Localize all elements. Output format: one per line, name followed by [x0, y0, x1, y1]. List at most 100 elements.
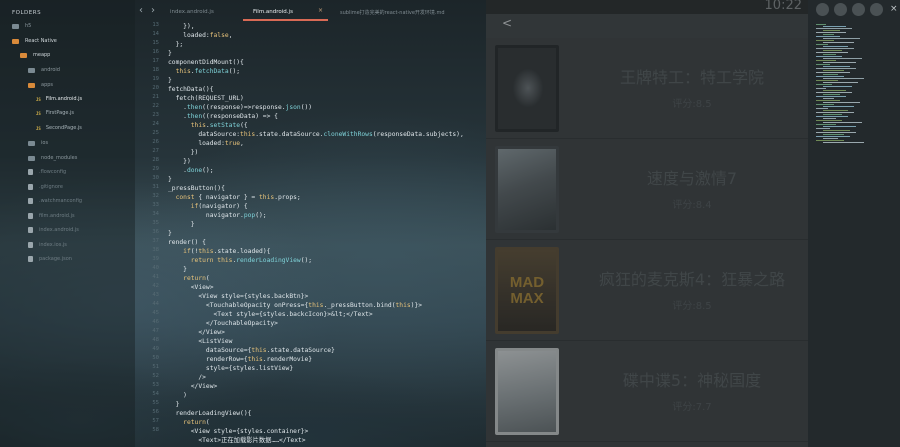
line-number: 53: [152, 382, 159, 388]
movie-title: 碟中谍5：神秘国度: [622, 371, 762, 390]
movie-poster: [495, 45, 559, 132]
tree-file-film-android-root[interactable]: film.android.js: [28, 211, 75, 221]
window-control-icon[interactable]: [816, 3, 829, 16]
tree-file-film-android[interactable]: JS Film.android.js: [36, 94, 82, 104]
line-number: 28: [152, 157, 159, 163]
code-line: fetchData(){: [168, 86, 214, 93]
minimap-line: [816, 40, 834, 41]
back-button[interactable]: <: [502, 16, 512, 30]
minimap-line: [816, 140, 844, 141]
tree-file-index-android[interactable]: index.android.js: [28, 225, 79, 235]
movie-title: 王牌特工：特工学院: [619, 68, 764, 87]
line-number: 35: [152, 220, 159, 226]
minimap-line: [823, 134, 844, 135]
movie-list-item[interactable]: 速度与激情7 评分:8.4: [486, 139, 808, 240]
window-control-icon[interactable]: [870, 3, 883, 16]
line-number: 39: [152, 256, 159, 262]
tree-label: film.android.js: [39, 213, 75, 219]
tree-folder-h5[interactable]: h5: [12, 21, 31, 31]
tree-file-package-json[interactable]: package.json: [28, 254, 72, 264]
movie-poster: MAD MAX: [495, 247, 559, 334]
folder-open-icon: [12, 38, 19, 44]
code-line: />: [168, 374, 206, 381]
code-line: }),: [168, 23, 195, 30]
tab-film-android[interactable]: Film.android.js: [253, 6, 293, 18]
minimap-line: [823, 82, 858, 83]
movie-list-item[interactable]: 王牌特工：特工学院 评分:8.5: [486, 38, 808, 139]
nav-forward-icon[interactable]: ›: [151, 5, 155, 16]
folder-icon: [28, 67, 35, 73]
minimap-line: [816, 104, 834, 105]
code-line: this.fetchData();: [175, 68, 241, 75]
code-line: <TouchableOpacity onPress={this._pressBu…: [168, 302, 423, 309]
code-line: style={styles.listView}: [168, 365, 294, 372]
minimap-line: [823, 94, 840, 95]
close-icon[interactable]: ×: [890, 4, 898, 14]
tree-folder-meapp[interactable]: meapp: [20, 50, 50, 60]
line-number: 22: [152, 103, 159, 109]
line-number: 23: [152, 112, 159, 118]
folder-icon: [28, 155, 35, 161]
line-number: 13: [152, 22, 159, 28]
tree-folder-node-modules[interactable]: node_modules: [28, 153, 77, 163]
folder-icon: [28, 140, 35, 146]
tree-file-firstpage[interactable]: JS FirstPage.js: [36, 108, 74, 118]
minimap-line: [816, 128, 830, 129]
line-number: 17: [152, 58, 159, 64]
window-control-icon[interactable]: [834, 3, 847, 16]
movie-rating: 评分:8.5: [672, 99, 712, 110]
code-line: fetch(REQUEST_URL): [168, 95, 244, 102]
folder-open-icon: [20, 52, 27, 58]
tree-label: apps: [41, 82, 54, 88]
tree-folder-apps[interactable]: apps: [28, 80, 53, 90]
tree-folder-ios[interactable]: ios: [28, 138, 48, 148]
code-line: <Text>正在加载影片数据……</Text>: [168, 437, 306, 444]
code-line: componentDidMount(){: [168, 59, 244, 66]
minimap[interactable]: ×: [808, 0, 900, 447]
code-line: .done();: [168, 167, 214, 174]
nav-back-icon[interactable]: ‹: [139, 5, 143, 16]
line-number: 34: [152, 211, 159, 217]
minimap-line: [816, 136, 850, 137]
movie-list-item[interactable]: 碟中谍5：神秘国度 评分:7.7: [486, 341, 808, 442]
tab-markdown-doc[interactable]: sublime打造完美的react-native开发环境.md: [340, 6, 445, 18]
code-line: return this.renderLoadingView();: [190, 257, 313, 264]
tab-index-android[interactable]: index.android.js: [170, 6, 214, 18]
window-control-icon[interactable]: [852, 3, 865, 16]
tree-folder-react-native[interactable]: React Native: [12, 36, 57, 46]
minimap-line: [823, 38, 860, 39]
tree-folder-android[interactable]: android: [28, 65, 60, 75]
code-area[interactable]: }), loaded:false, };} componentDidMount()…: [168, 22, 486, 447]
code-line: ): [168, 392, 187, 399]
line-number: 37: [152, 238, 159, 244]
file-icon: [28, 213, 33, 219]
sidebar-header: FOLDERS: [12, 10, 42, 16]
code-line: .then((response)=>response.json()): [168, 104, 313, 111]
movie-rating: 评分:8.4: [672, 200, 712, 211]
line-number: 20: [152, 85, 159, 91]
folder-open-icon: [28, 82, 35, 88]
line-number: 26: [152, 139, 159, 145]
movie-title: 疯狂的麦克斯4：狂暴之路: [598, 270, 786, 289]
tree-file-index-ios[interactable]: index.ios.js: [28, 240, 67, 250]
line-number: 14: [152, 31, 159, 37]
code-line: <View>: [168, 284, 214, 291]
line-number: 31: [152, 184, 159, 190]
movie-list-item[interactable]: MAD MAX 疯狂的麦克斯4：狂暴之路 评分:8.5: [486, 240, 808, 341]
line-number: 25: [152, 130, 159, 136]
tree-label: ios: [41, 140, 49, 146]
tree-file-watchmanconfig[interactable]: .watchmanconfig: [28, 196, 82, 206]
tree-file-secondpage[interactable]: JS SecondPage.js: [36, 123, 82, 133]
code-editor: FOLDERS h5 React Native meapp android ap…: [0, 0, 486, 447]
line-number: 49: [152, 346, 159, 352]
movie-poster: [495, 146, 559, 233]
tree-file-gitignore[interactable]: .gitignore: [28, 182, 63, 192]
tree-file-flowconfig[interactable]: .flowconfig: [28, 167, 66, 177]
close-tab-icon[interactable]: ×: [318, 7, 323, 14]
status-icons: [738, 4, 758, 19]
minimap-line: [816, 100, 840, 101]
code-line: renderLoadingView(){: [168, 410, 252, 417]
line-number: 36: [152, 229, 159, 235]
minimap-line: [823, 98, 834, 99]
minimap-line: [823, 26, 846, 27]
